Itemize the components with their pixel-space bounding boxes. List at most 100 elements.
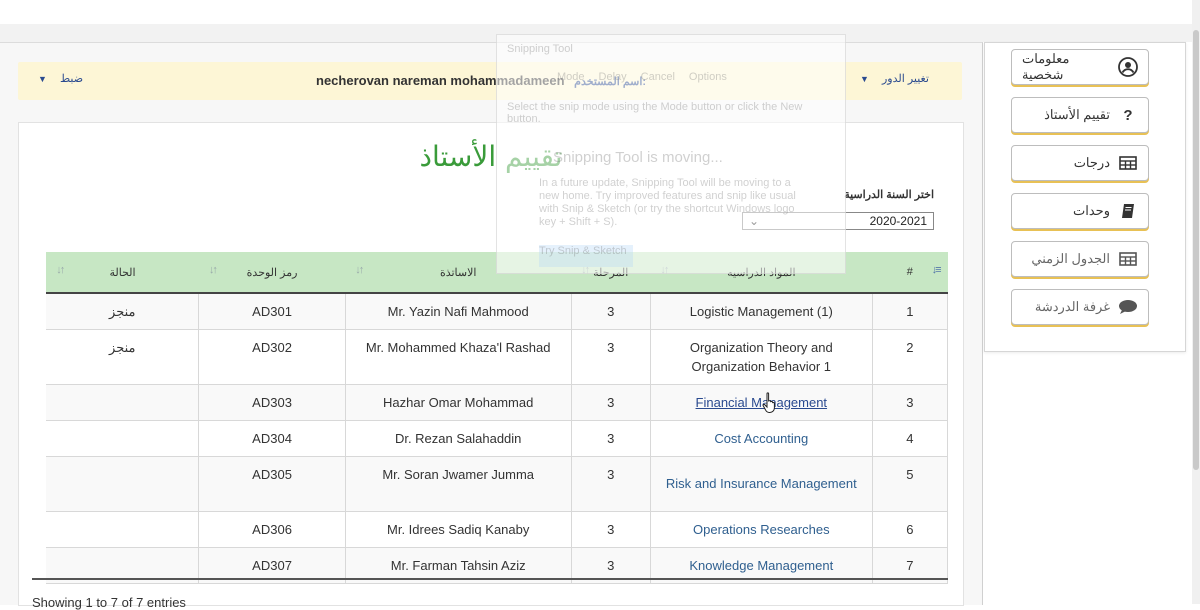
scrollbar-thumb[interactable] xyxy=(1193,30,1199,470)
academic-year-value: 2020-2021 xyxy=(869,214,927,228)
sidebar-item-label: غرفة الدردشة xyxy=(1034,299,1110,314)
table-row: AD306 Mr. Idrees Sadiq Kanaby 3 Operatio… xyxy=(32,511,949,548)
unit-code-cell: AD304 xyxy=(198,420,346,457)
stage-cell: 3 xyxy=(571,329,651,385)
status-cell xyxy=(46,511,200,548)
row-number-cell: 5 xyxy=(872,456,949,512)
table-gutter xyxy=(32,252,47,293)
subject-link[interactable]: Risk and Insurance Management xyxy=(666,476,857,491)
book-icon xyxy=(1118,201,1138,221)
sidebar-item-timetable[interactable]: الجدول الزمني xyxy=(1011,241,1149,277)
sidebar-item-profile[interactable]: معلومات شخصية xyxy=(1011,49,1149,85)
page-gutter xyxy=(0,24,1200,42)
unit-code-cell: AD302 xyxy=(198,329,346,385)
user-bar: ▼ ضبط necherovan nareman mohammadameen ا… xyxy=(18,62,962,100)
sidebar-item-label: درجات xyxy=(1073,155,1110,170)
sidebar-item-label: تقييم الأستاذ xyxy=(1044,107,1110,122)
table-row: AD305 Mr. Soran Jwamer Jumma 3 Risk and … xyxy=(32,456,949,512)
sidebar-item-units[interactable]: وحدات xyxy=(1011,193,1149,229)
table-header-row: ↓↑ الحالة ↓↑ رمز الوحدة ↓↑ الاساتذة ↓↑ المرح… xyxy=(32,252,948,294)
table-row: AD303 Hazhar Omar Mohammad 3 Financial M… xyxy=(32,384,949,421)
status-cell xyxy=(46,456,200,512)
sidebar-item-grades[interactable]: درجات xyxy=(1011,145,1149,181)
unit-code-cell: AD305 xyxy=(198,456,346,512)
chevron-down-icon: ▼ xyxy=(38,74,47,84)
table-info: Showing 1 to 7 of 7 entries xyxy=(32,595,186,610)
stage-cell: 3 xyxy=(571,293,651,330)
user-circle-icon xyxy=(1118,57,1138,77)
sort-icon: ↓↑ xyxy=(355,264,364,276)
browser-top-strip xyxy=(0,0,1200,25)
subject-cell: Logistic Management (1) xyxy=(650,293,873,330)
academic-year-select[interactable]: ⌄ 2020-2021 xyxy=(742,212,934,230)
sort-icon: ↓↑ xyxy=(581,264,590,276)
settings-label: ضبط xyxy=(59,73,84,85)
row-number-cell: 4 xyxy=(872,420,949,457)
table-bottom-border xyxy=(32,578,948,580)
sidebar-item-chat-room[interactable]: غرفة الدردشة xyxy=(1011,289,1149,325)
username-value: necherovan nareman mohammadameen xyxy=(316,73,565,88)
page-scrollbar[interactable] xyxy=(1192,0,1200,604)
username-label: اسم المستخدم: xyxy=(574,76,647,88)
table-row: AD304 Dr. Rezan Salahaddin 3 Cost Accoun… xyxy=(32,420,949,457)
sidebar-item-teacher-evaluation[interactable]: تقييم الأستاذ ? xyxy=(1011,97,1149,133)
teacher-cell: Mr. Yazin Nafi Mahmood xyxy=(345,293,572,330)
table-icon xyxy=(1118,153,1138,173)
status-cell xyxy=(46,384,200,421)
subject-text: Organization Theory and Organization Beh… xyxy=(689,339,833,374)
chat-icon xyxy=(1118,297,1138,317)
unit-code-cell: AD301 xyxy=(198,293,346,330)
table-row: منجز AD302 Mr. Mohammed Khaza'l Rashad 3… xyxy=(32,329,949,385)
sort-asc-icon: ↓≡ xyxy=(931,264,942,276)
academic-year-label: اختر السنة الدراسية xyxy=(844,189,934,201)
subject-cell: Cost Accounting xyxy=(650,420,873,457)
chevron-down-icon: ▼ xyxy=(860,74,869,84)
unit-code-cell: AD303 xyxy=(198,384,346,421)
column-header-status[interactable]: ↓↑ الحالة xyxy=(46,252,199,294)
subject-cell: Operations Researches xyxy=(650,511,873,548)
evaluation-table: ↓↑ الحالة ↓↑ رمز الوحدة ↓↑ الاساتذة ↓↑ المرح… xyxy=(32,252,949,584)
chevron-down-icon: ⌄ xyxy=(749,214,760,228)
column-header-subject[interactable]: ↓↑ المواد الدراسيه xyxy=(650,252,873,294)
role-change-dropdown[interactable]: ▼ تغيير الدور xyxy=(860,72,929,85)
sort-icon: ↓↑ xyxy=(208,264,218,276)
status-cell xyxy=(46,420,200,457)
subject-text: Logistic Management (1) xyxy=(689,303,833,319)
sidebar-item-label: وحدات xyxy=(1073,203,1110,218)
column-header-stage[interactable]: ↓↑ المرحلة xyxy=(571,252,651,294)
status-cell: منجز xyxy=(46,329,200,385)
username-display: necherovan nareman mohammadameen اسم الم… xyxy=(316,73,646,88)
role-change-label: تغيير الدور xyxy=(881,73,929,85)
subject-cell: Risk and Insurance Management xyxy=(650,456,873,512)
row-number-cell: 2 xyxy=(872,329,949,385)
status-cell: منجز xyxy=(46,293,200,330)
subject-link[interactable]: Knowledge Management xyxy=(689,558,833,573)
teacher-cell: Dr. Rezan Salahaddin xyxy=(345,420,572,457)
table-icon xyxy=(1118,249,1138,269)
settings-dropdown[interactable]: ▼ ضبط xyxy=(38,72,83,85)
teacher-cell: Mr. Mohammed Khaza'l Rashad xyxy=(345,329,572,385)
sort-icon: ↓↑ xyxy=(56,264,65,276)
teacher-cell: Hazhar Omar Mohammad xyxy=(345,384,572,421)
teacher-cell: Mr. Soran Jwamer Jumma xyxy=(345,456,572,512)
subject-cell: Organization Theory and Organization Beh… xyxy=(650,329,873,385)
stage-cell: 3 xyxy=(571,511,651,548)
hand-cursor-icon xyxy=(762,392,775,413)
stage-cell: 3 xyxy=(571,384,651,421)
stage-cell: 3 xyxy=(571,456,651,512)
row-number-cell: 1 xyxy=(872,293,949,330)
sidebar-item-label: الجدول الزمني xyxy=(1031,251,1110,266)
row-number-cell: 6 xyxy=(872,511,949,548)
row-number-cell: 3 xyxy=(872,384,949,421)
subject-link[interactable]: Operations Researches xyxy=(693,522,830,537)
column-header-number[interactable]: # ↓≡ xyxy=(872,252,948,294)
table-row: منجز AD301 Mr. Yazin Nafi Mahmood 3 Logi… xyxy=(32,293,949,330)
teacher-cell: Mr. Idrees Sadiq Kanaby xyxy=(345,511,572,548)
column-header-teacher[interactable]: ↓↑ الاساتذة xyxy=(345,252,572,294)
subject-link[interactable]: Cost Accounting xyxy=(714,431,808,446)
page-title: تقييم الأستاذ xyxy=(419,140,563,173)
column-header-unit-code[interactable]: ↓↑ رمز الوحدة xyxy=(198,252,346,294)
question-icon: ? xyxy=(1123,106,1133,124)
sidebar-item-label: معلومات شخصية xyxy=(1022,51,1070,82)
unit-code-cell: AD306 xyxy=(198,511,346,548)
